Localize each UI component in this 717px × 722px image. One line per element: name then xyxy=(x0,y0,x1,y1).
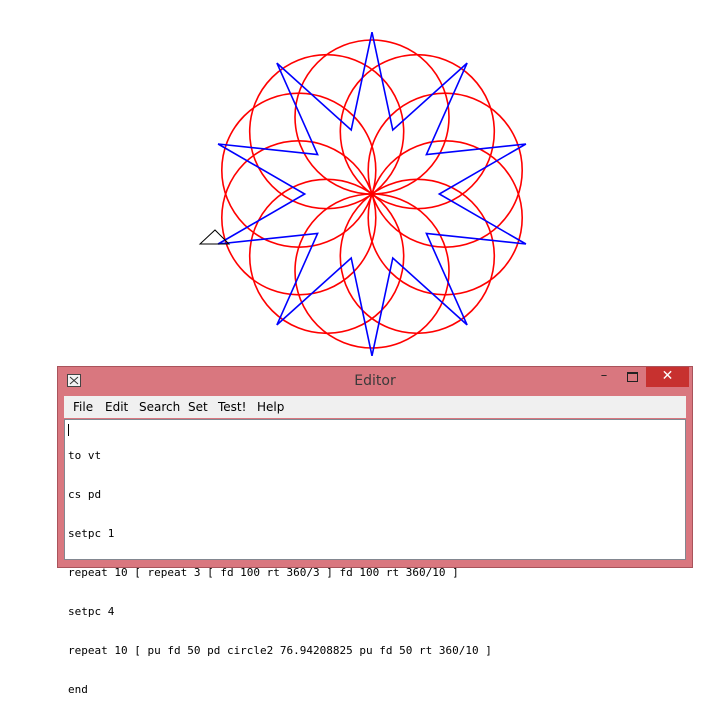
code-line: cs pd xyxy=(68,488,102,501)
red-circle xyxy=(248,53,405,210)
menu-search[interactable]: Search xyxy=(139,400,180,414)
menu-set[interactable]: Set xyxy=(188,400,208,414)
menu-help[interactable]: Help xyxy=(257,400,284,414)
red-circles xyxy=(220,39,524,349)
menu-file[interactable]: File xyxy=(73,400,93,414)
code-content[interactable]: to vt cs pd setpc 1 repeat 10 [ repeat 3… xyxy=(68,423,492,722)
maximize-button[interactable] xyxy=(619,367,645,387)
code-editor-textarea[interactable]: to vt cs pd setpc 1 repeat 10 [ repeat 3… xyxy=(64,419,686,696)
red-circle xyxy=(367,140,524,296)
text-caret xyxy=(68,424,69,436)
red-circle xyxy=(294,39,450,195)
menu-test[interactable]: Test! xyxy=(218,400,246,414)
red-circle xyxy=(248,178,405,335)
editor-titlebar[interactable]: Editor – ✕ xyxy=(58,367,692,395)
code-line: end xyxy=(68,683,88,696)
red-circle xyxy=(339,53,496,210)
maximize-icon xyxy=(627,372,638,382)
logo-canvas xyxy=(198,32,527,356)
red-circle xyxy=(367,92,524,248)
minimize-button[interactable]: – xyxy=(590,367,618,387)
editor-window: Editor – ✕ File Edit Search Set Test! He… xyxy=(57,366,693,696)
code-line: setpc 1 xyxy=(68,527,115,540)
red-circle xyxy=(294,193,450,349)
code-line: repeat 10 [ pu fd 50 pd circle2 76.94208… xyxy=(68,644,492,657)
red-circle xyxy=(220,140,377,296)
red-circle xyxy=(220,92,377,248)
code-line: repeat 10 [ repeat 3 [ fd 100 rt 360/3 ]… xyxy=(68,566,459,579)
code-line: setpc 4 xyxy=(68,605,115,618)
menu-edit[interactable]: Edit xyxy=(105,400,128,414)
code-line: to vt xyxy=(68,449,102,462)
red-circle xyxy=(339,178,496,335)
menu-bar: File Edit Search Set Test! Help xyxy=(64,396,686,418)
close-button[interactable]: ✕ xyxy=(646,367,689,387)
